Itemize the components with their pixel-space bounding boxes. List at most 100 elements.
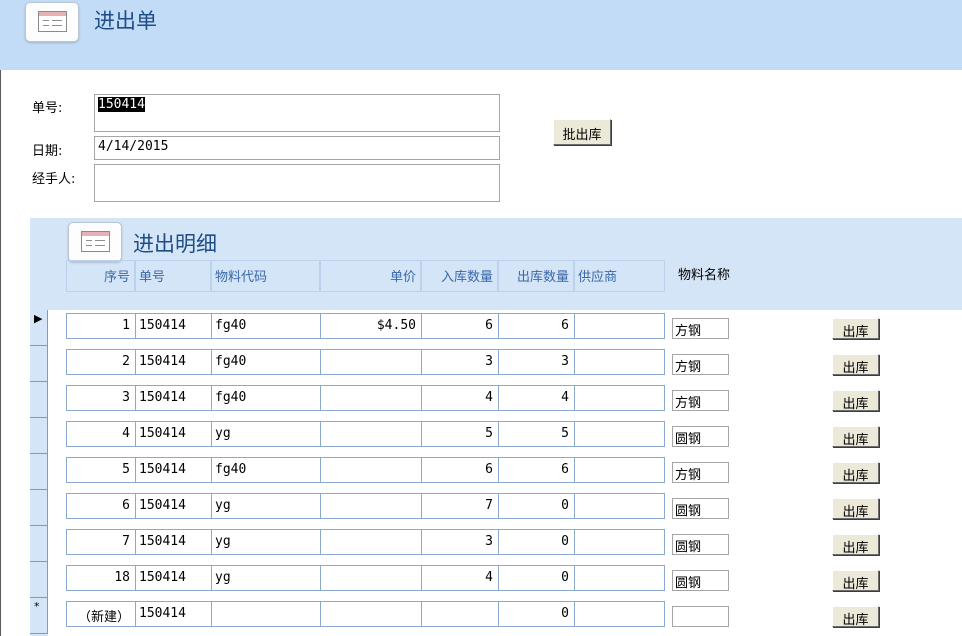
record-selector[interactable] [30, 418, 48, 454]
cell-order-no[interactable]: 150414 [135, 601, 212, 627]
row-out-button[interactable]: 出库 [832, 606, 879, 628]
cell-in-qty[interactable]: 6 [421, 457, 499, 483]
col-header-material-name: 物料名称 [678, 268, 731, 283]
cell-in-qty[interactable]: 3 [421, 529, 499, 555]
cell-unit-price[interactable]: $4.50 [320, 313, 422, 339]
record-selector[interactable] [30, 454, 48, 490]
cell-unit-price[interactable] [320, 529, 422, 555]
cell-out-qty[interactable]: 4 [498, 385, 575, 411]
cell-seq[interactable]: 5 [66, 457, 136, 483]
cell-material-code[interactable]: fg40 [211, 385, 321, 411]
cell-supplier[interactable] [574, 421, 665, 447]
cell-material-code[interactable] [211, 601, 321, 627]
cell-unit-price[interactable] [320, 565, 422, 591]
date-label: 日期: [32, 144, 63, 159]
cell-seq[interactable]: 7 [66, 529, 136, 555]
record-selector[interactable] [30, 382, 48, 418]
cell-supplier[interactable] [574, 529, 665, 555]
cell-in-qty[interactable]: 4 [421, 385, 499, 411]
cell-seq[interactable]: 1 [66, 313, 136, 339]
row-out-button[interactable]: 出库 [832, 390, 879, 412]
cell-material-code[interactable]: yg [211, 493, 321, 519]
material-name-field[interactable]: 圆钢 [672, 426, 729, 447]
material-name-field[interactable]: 方钢 [672, 354, 729, 375]
record-selector[interactable] [30, 490, 48, 526]
cell-seq[interactable]: 2 [66, 349, 136, 375]
date-field[interactable]: 4/14/2015 [94, 136, 500, 160]
current-record-icon: ▶ [34, 312, 43, 325]
cell-supplier[interactable] [574, 601, 665, 627]
cell-in-qty[interactable]: 4 [421, 565, 499, 591]
cell-order-no[interactable]: 150414 [135, 493, 212, 519]
handler-field[interactable] [94, 164, 500, 202]
cell-seq[interactable]: 18 [66, 565, 136, 591]
cell-material-code[interactable]: fg40 [211, 457, 321, 483]
row-out-button[interactable]: 出库 [832, 318, 879, 340]
material-name-field[interactable]: 方钢 [672, 318, 729, 339]
cell-out-qty[interactable]: 5 [498, 421, 575, 447]
cell-supplier[interactable] [574, 349, 665, 375]
form-left-border [0, 70, 1, 636]
cell-supplier[interactable] [574, 457, 665, 483]
material-name-field[interactable]: 圆钢 [672, 570, 729, 591]
record-selector[interactable] [30, 346, 48, 382]
cell-out-qty[interactable]: 3 [498, 349, 575, 375]
cell-order-no[interactable]: 150414 [135, 349, 212, 375]
cell-in-qty[interactable]: 6 [421, 313, 499, 339]
cell-material-code[interactable]: yg [211, 529, 321, 555]
row-out-button[interactable]: 出库 [832, 534, 879, 556]
cell-out-qty[interactable]: 0 [498, 601, 575, 627]
row-out-button[interactable]: 出库 [832, 426, 879, 448]
cell-out-qty[interactable]: 6 [498, 457, 575, 483]
cell-supplier[interactable] [574, 313, 665, 339]
cell-seq[interactable]: 3 [66, 385, 136, 411]
cell-in-qty[interactable]: 7 [421, 493, 499, 519]
record-selector[interactable]: * [30, 598, 48, 634]
row-out-button[interactable]: 出库 [832, 570, 879, 592]
cell-order-no[interactable]: 150414 [135, 385, 212, 411]
cell-supplier[interactable] [574, 565, 665, 591]
cell-out-qty[interactable]: 0 [498, 493, 575, 519]
order-no-label: 单号: [32, 101, 63, 116]
row-out-button[interactable]: 出库 [832, 498, 879, 520]
order-no-field[interactable]: 150414 [94, 94, 500, 132]
cell-in-qty[interactable] [421, 601, 499, 627]
cell-unit-price[interactable] [320, 457, 422, 483]
cell-unit-price[interactable] [320, 349, 422, 375]
material-name-field[interactable] [672, 606, 729, 627]
record-selector[interactable] [30, 562, 48, 598]
cell-out-qty[interactable]: 0 [498, 565, 575, 591]
cell-supplier[interactable] [574, 385, 665, 411]
batch-out-button[interactable]: 批出库 [553, 119, 611, 145]
cell-material-code[interactable]: fg40 [211, 349, 321, 375]
cell-order-no[interactable]: 150414 [135, 457, 212, 483]
cell-in-qty[interactable]: 3 [421, 349, 499, 375]
row-out-button[interactable]: 出库 [832, 354, 879, 376]
col-header-out-qty: 出库数量 [498, 260, 574, 292]
material-name-field[interactable]: 方钢 [672, 390, 729, 411]
cell-unit-price[interactable] [320, 421, 422, 447]
cell-seq[interactable]: 6 [66, 493, 136, 519]
cell-order-no[interactable]: 150414 [135, 565, 212, 591]
record-selector[interactable]: ▶ [30, 310, 48, 346]
material-name-field[interactable]: 圆钢 [672, 534, 729, 555]
cell-supplier[interactable] [574, 493, 665, 519]
cell-order-no[interactable]: 150414 [135, 313, 212, 339]
cell-unit-price[interactable] [320, 493, 422, 519]
record-selector[interactable] [30, 526, 48, 562]
cell-unit-price[interactable] [320, 385, 422, 411]
cell-out-qty[interactable]: 6 [498, 313, 575, 339]
cell-seq[interactable]: （新建） [66, 601, 136, 627]
row-out-button[interactable]: 出库 [832, 462, 879, 484]
cell-order-no[interactable]: 150414 [135, 529, 212, 555]
cell-material-code[interactable]: fg40 [211, 313, 321, 339]
material-name-field[interactable]: 圆钢 [672, 498, 729, 519]
cell-order-no[interactable]: 150414 [135, 421, 212, 447]
cell-seq[interactable]: 4 [66, 421, 136, 447]
cell-material-code[interactable]: yg [211, 421, 321, 447]
cell-in-qty[interactable]: 5 [421, 421, 499, 447]
material-name-field[interactable]: 方钢 [672, 462, 729, 483]
cell-material-code[interactable]: yg [211, 565, 321, 591]
cell-unit-price[interactable] [320, 601, 422, 627]
cell-out-qty[interactable]: 0 [498, 529, 575, 555]
